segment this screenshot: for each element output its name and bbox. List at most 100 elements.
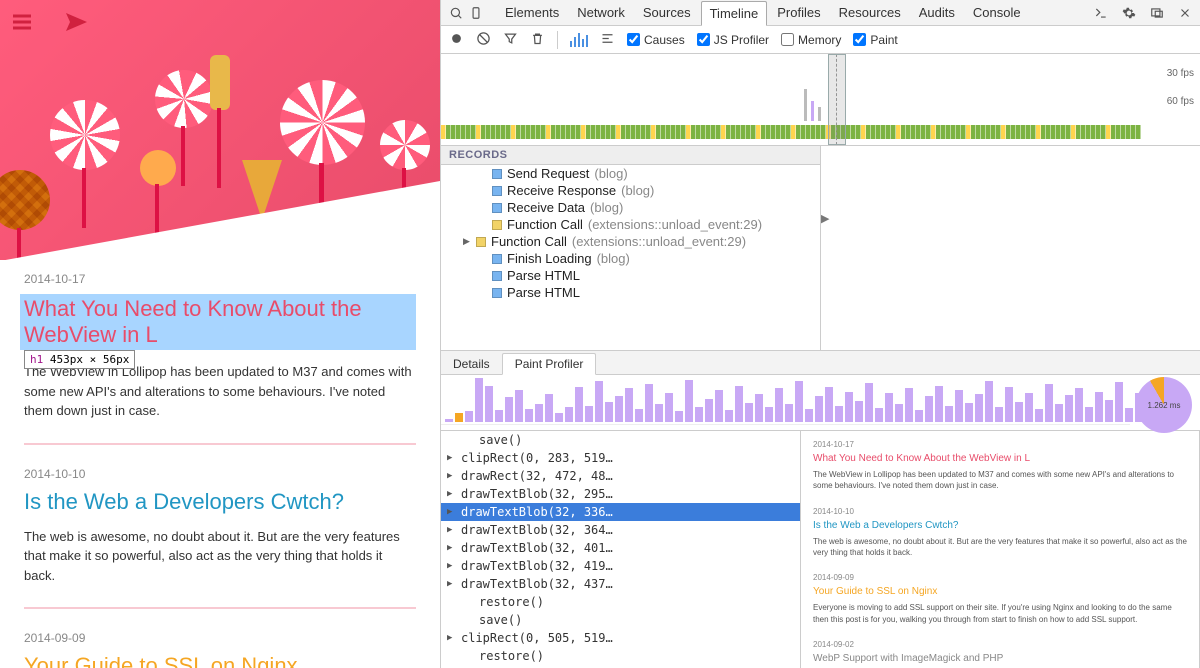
paint-pie: 1.262 ms	[1130, 375, 1200, 430]
paint-call-row[interactable]: ▶clipRect(0, 283, 519…	[441, 449, 800, 467]
garbage-icon[interactable]	[530, 31, 545, 49]
record-source: (blog)	[621, 183, 654, 198]
paint-profiler: Details Paint Profiler 1.262 ms save()▶c…	[441, 350, 1200, 668]
record-source: (blog)	[594, 166, 627, 181]
paint-call-row[interactable]: restore()	[441, 647, 800, 665]
paint-call-row[interactable]: ▶drawTextBlob(32, 364…	[441, 521, 800, 539]
tab-network[interactable]: Network	[569, 1, 633, 24]
tab-sources[interactable]: Sources	[635, 1, 699, 24]
preview-post: 2014-10-10Is the Web a Developers Cwtch?…	[813, 506, 1187, 559]
overview-mode-icon[interactable]	[570, 33, 588, 47]
tab-resources[interactable]: Resources	[831, 1, 909, 24]
paint-call-row[interactable]: ▶drawRect(32, 472, 48…	[441, 467, 800, 485]
checkbox-memory[interactable]: Memory	[781, 33, 841, 47]
tab-elements[interactable]: Elements	[497, 1, 567, 24]
devtools-tab-bar: Elements Network Sources Timeline Profil…	[441, 0, 1200, 26]
paint-call-row[interactable]: save()	[441, 611, 800, 629]
records-pane: RECORDS Send Request (blog)Receive Respo…	[441, 146, 821, 350]
blog-post: 2014-10-17 What You Need to Know About t…	[24, 272, 416, 421]
inspect-icon[interactable]	[447, 4, 465, 22]
tab-audits[interactable]: Audits	[911, 1, 963, 24]
record-name: Receive Response	[507, 183, 616, 198]
record-row[interactable]: Finish Loading (blog)	[441, 250, 820, 267]
paint-call-row[interactable]: restore()	[441, 593, 800, 611]
candy-cone	[242, 160, 282, 220]
record-row[interactable]: Receive Data (blog)	[441, 199, 820, 216]
record-name: Function Call	[491, 234, 567, 249]
device-mode-icon[interactable]	[467, 4, 485, 22]
candy-waffle	[0, 170, 50, 230]
paint-timing-chart[interactable]	[441, 375, 1130, 425]
record-name: Function Call	[507, 217, 583, 232]
post-text: The web is awesome, no doubt about it. B…	[24, 527, 416, 586]
tab-paint-profiler[interactable]: Paint Profiler	[502, 353, 597, 375]
hero-image	[0, 0, 440, 260]
overview-frames	[441, 125, 1140, 139]
blog-post: 2014-10-10 Is the Web a Developers Cwtch…	[24, 467, 416, 586]
overview-selection-handle[interactable]	[828, 54, 846, 145]
flame-mode-icon[interactable]	[600, 31, 615, 49]
paint-call-row[interactable]: ▶drawTextBlob(32, 295…	[441, 485, 800, 503]
checkbox-paint[interactable]: Paint	[853, 33, 897, 47]
record-row[interactable]: Function Call (extensions::unload_event:…	[441, 216, 820, 233]
blog-content: 2014-10-17 What You Need to Know About t…	[0, 272, 440, 668]
divider	[24, 607, 416, 609]
filter-icon[interactable]	[503, 31, 518, 49]
divider	[24, 443, 416, 445]
flame-pane[interactable]: ▶	[821, 146, 1200, 350]
preview-post: 2014-09-02WebP Support with ImageMagick …	[813, 639, 1187, 668]
devtools-panel: Elements Network Sources Timeline Profil…	[440, 0, 1200, 668]
close-icon[interactable]	[1176, 4, 1194, 22]
post-title[interactable]: What You Need to Know About the WebView …	[20, 294, 416, 350]
drawer-toggle-icon[interactable]	[1092, 4, 1110, 22]
tab-timeline[interactable]: Timeline	[701, 1, 768, 26]
record-chip	[492, 220, 502, 230]
paint-call-list: save()▶clipRect(0, 283, 519…▶drawRect(32…	[441, 431, 800, 668]
inspected-page: h1 453px × 56px 2014-10-17 What You Need…	[0, 0, 440, 668]
checkbox-causes[interactable]: Causes	[627, 33, 685, 47]
candy-lollipop	[380, 120, 430, 170]
post-date: 2014-10-10	[24, 467, 416, 481]
record-source: (blog)	[597, 251, 630, 266]
candy-lollipop	[155, 70, 213, 128]
record-row[interactable]: ▶Function Call (extensions::unload_event…	[441, 233, 820, 250]
candy-lollipop	[280, 80, 365, 165]
paint-call-row[interactable]: save()	[441, 431, 800, 449]
tab-profiles[interactable]: Profiles	[769, 1, 828, 24]
candy-sugar	[210, 55, 230, 110]
paint-call-row[interactable]: ▶drawTextBlob(32, 336…	[441, 503, 800, 521]
record-icon[interactable]	[449, 31, 464, 49]
timeline-overview[interactable]: 30 fps 60 fps	[441, 54, 1200, 146]
record-source: (extensions::unload_event:29)	[572, 234, 746, 249]
candy-lollipop	[50, 100, 120, 170]
tab-console[interactable]: Console	[965, 1, 1029, 24]
send-icon[interactable]	[64, 10, 88, 37]
record-row[interactable]: Receive Response (blog)	[441, 182, 820, 199]
paint-call-row[interactable]: ▶drawTextBlob(32, 401…	[441, 539, 800, 557]
dock-icon[interactable]	[1148, 4, 1166, 22]
record-row[interactable]: Send Request (blog)	[441, 165, 820, 182]
preview-post: 2014-10-17What You Need to Know About th…	[813, 439, 1187, 492]
record-name: Receive Data	[507, 200, 585, 215]
clear-icon[interactable]	[476, 31, 491, 49]
record-name: Send Request	[507, 166, 589, 181]
post-title[interactable]: Your Guide to SSL on Nginx	[24, 653, 416, 668]
blog-post: 2014-09-09 Your Guide to SSL on Nginx Ev…	[24, 631, 416, 668]
overview-spikes	[441, 85, 1140, 121]
paint-call-row[interactable]: ▶drawTextBlob(32, 437…	[441, 575, 800, 593]
paint-call-row[interactable]: ▶clipRect(0, 505, 519…	[441, 629, 800, 647]
record-row[interactable]: Parse HTML	[441, 284, 820, 301]
paint-call-row[interactable]: ▶drawTextBlob(32, 419…	[441, 557, 800, 575]
settings-icon[interactable]	[1120, 4, 1138, 22]
record-row[interactable]: Parse HTML	[441, 267, 820, 284]
menu-icon[interactable]	[10, 10, 34, 37]
record-source: (extensions::unload_event:29)	[588, 217, 762, 232]
post-title[interactable]: Is the Web a Developers Cwtch?	[24, 489, 416, 515]
records-list: Send Request (blog)Receive Response (blo…	[441, 165, 820, 350]
checkbox-js-profiler[interactable]: JS Profiler	[697, 33, 769, 47]
record-name: Finish Loading	[507, 251, 592, 266]
element-dimensions-tooltip: h1 453px × 56px	[24, 350, 135, 369]
tab-details[interactable]: Details	[441, 354, 502, 374]
record-chip	[492, 186, 502, 196]
pie-chart: 1.262 ms	[1136, 377, 1192, 433]
